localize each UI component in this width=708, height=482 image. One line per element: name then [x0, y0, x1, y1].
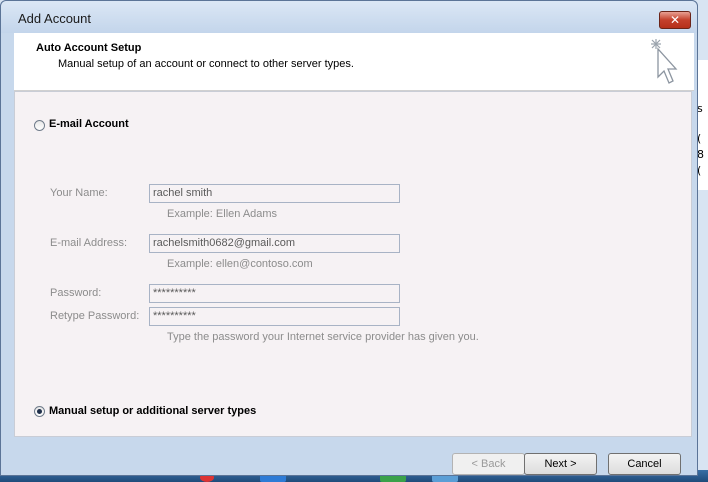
email-account-radio[interactable] — [34, 120, 45, 131]
add-account-dialog: Add Account ✕ Auto Account Setup Manual … — [0, 0, 698, 476]
cursor-sparkle-icon — [651, 39, 678, 84]
close-button[interactable]: ✕ — [659, 11, 691, 29]
close-icon: ✕ — [669, 13, 681, 27]
title-bar: Add Account ✕ — [1, 1, 697, 33]
your-name-hint: Example: Ellen Adams — [167, 208, 278, 220]
your-name-label: Your Name: — [50, 187, 108, 199]
next-button[interactable]: Next > — [524, 453, 597, 475]
manual-setup-radio[interactable] — [34, 406, 45, 417]
password-input[interactable]: ********** — [149, 284, 400, 303]
retype-password-label: Retype Password: — [50, 310, 140, 322]
window-title: Add Account — [18, 11, 91, 26]
wizard-header: Auto Account Setup Manual setup of an ac… — [14, 33, 694, 91]
back-button[interactable]: < Back — [452, 453, 525, 475]
password-hint: Type the password your Internet service … — [167, 331, 479, 343]
wizard-body: E-mail Account Your Name: rachel smith E… — [14, 91, 692, 437]
email-address-input[interactable]: rachelsmith0682@gmail.com — [149, 234, 400, 253]
page-subtitle: Manual setup of an account or connect to… — [58, 58, 354, 70]
page-title: Auto Account Setup — [36, 42, 142, 54]
manual-setup-label[interactable]: Manual setup or additional server types — [49, 405, 256, 417]
email-address-label: E-mail Address: — [50, 237, 128, 249]
your-name-input[interactable]: rachel smith — [149, 184, 400, 203]
retype-password-input[interactable]: ********** — [149, 307, 400, 326]
email-address-hint: Example: ellen@contoso.com — [167, 258, 313, 270]
password-label: Password: — [50, 287, 102, 299]
background-text: 8 — [697, 148, 704, 161]
email-account-label[interactable]: E-mail Account — [49, 118, 129, 130]
cancel-button[interactable]: Cancel — [608, 453, 681, 475]
